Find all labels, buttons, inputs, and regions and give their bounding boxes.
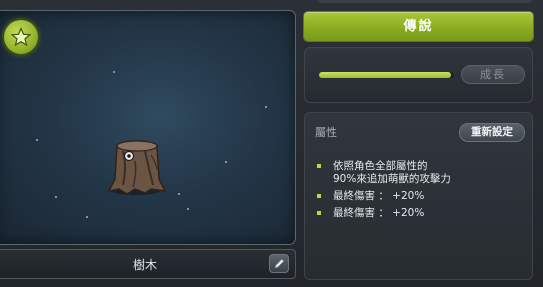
sparkle — [36, 139, 38, 141]
growth-progress-fill — [319, 72, 452, 78]
pet-preview-stage — [0, 10, 296, 245]
sparkle — [187, 208, 189, 210]
star-icon — [11, 27, 31, 47]
pencil-icon — [275, 259, 284, 268]
reset-attributes-button[interactable]: 重新設定 — [459, 123, 525, 142]
attribute-text: 最終傷害 ： +20% — [333, 190, 425, 202]
attribute-item: 最終傷害 ： +20% — [317, 190, 451, 203]
star-badge — [4, 20, 38, 54]
pet-name: 樹木 — [132, 258, 157, 272]
top-divider — [318, 0, 532, 3]
attribute-text: 依照角色全部屬性的 — [333, 160, 428, 172]
legend-grade-button[interactable]: 傳說 — [304, 12, 533, 41]
attributes-title: 屬性 — [315, 126, 337, 139]
grow-button[interactable]: 成長 — [461, 65, 525, 84]
pet-name-bar: 樹木 — [0, 249, 296, 279]
sparkle — [113, 71, 115, 73]
tree-stump-pet — [107, 140, 167, 195]
sparkle — [86, 216, 88, 218]
sparkle — [178, 193, 180, 195]
attribute-item: 依照角色全部屬性的 90%來追加萌獸的攻擊力 — [317, 160, 451, 186]
sparkle — [265, 106, 267, 108]
attributes-panel: 屬性 重新設定 依照角色全部屬性的 90%來追加萌獸的攻擊力 最終傷害 ： +2… — [304, 112, 533, 280]
sparkle — [55, 196, 57, 198]
growth-panel: 成長 — [304, 47, 533, 103]
pet-info-window: 樹木 傳說 成長 屬性 重新設定 依照角色全部屬性的 90%來追加萌獸的攻擊力 — [0, 0, 543, 287]
attribute-list: 依照角色全部屬性的 90%來追加萌獸的攻擊力 最終傷害 ： +20% 最終傷害 … — [317, 160, 451, 224]
bullet-icon — [317, 194, 321, 198]
attribute-text: 90%來追加萌獸的攻擊力 — [333, 173, 451, 185]
growth-progress-bar — [319, 72, 454, 78]
attribute-item: 最終傷害 ： +20% — [317, 207, 451, 220]
attribute-text: 最終傷害 ： +20% — [333, 207, 425, 219]
bullet-icon — [317, 211, 321, 215]
rename-button[interactable] — [269, 254, 289, 273]
sparkle — [225, 161, 227, 163]
bullet-icon — [317, 164, 321, 168]
